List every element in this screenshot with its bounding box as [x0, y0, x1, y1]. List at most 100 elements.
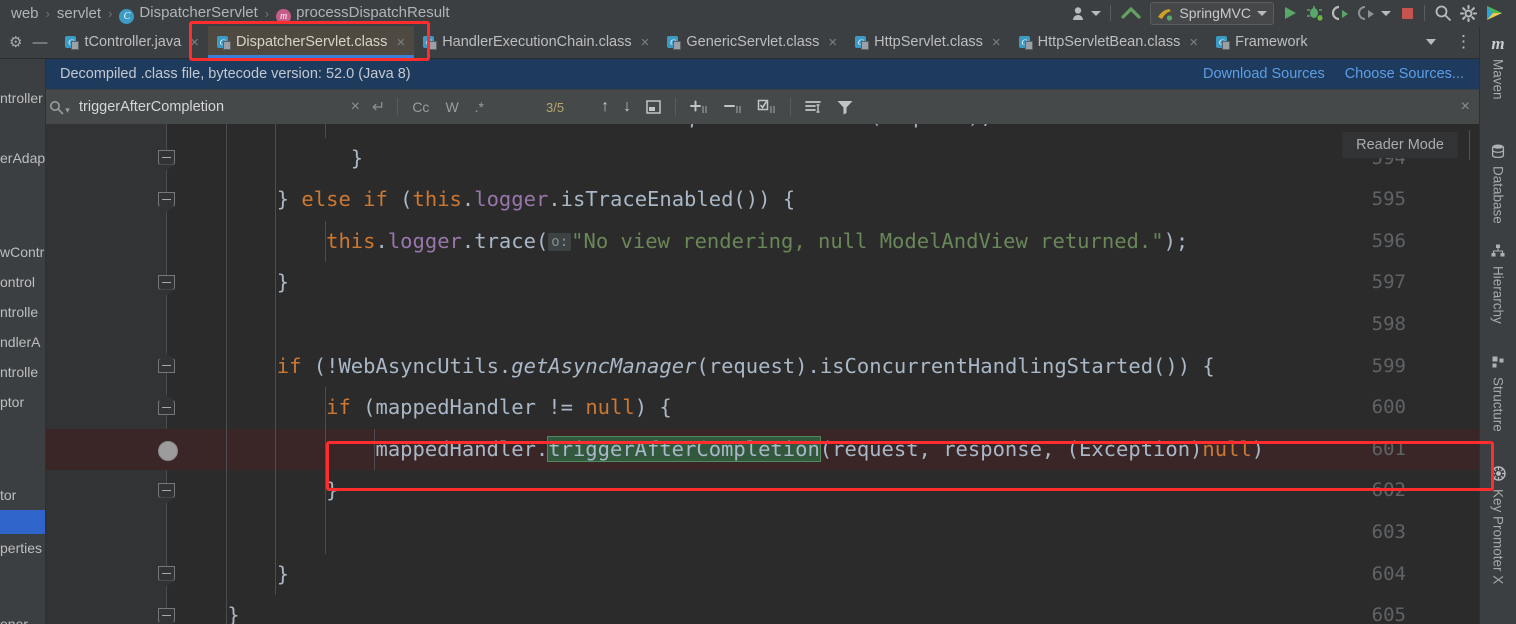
run-button[interactable] — [1278, 2, 1302, 24]
tool-window-tab-hierarchy[interactable]: Hierarchy — [1480, 244, 1516, 324]
editor-tab-httpservlet-class[interactable]: C HttpServlet.class × — [846, 26, 1010, 58]
code-line-row[interactable]: 600 if (mappedHandler != null) { — [46, 387, 1480, 429]
stop-button[interactable] — [1395, 2, 1419, 24]
code-line-row[interactable]: 594 } — [46, 137, 1480, 180]
chevron-down-icon[interactable] — [1426, 39, 1436, 45]
project-tree-item[interactable]: ntrolle — [0, 360, 46, 384]
code-token: ( — [400, 187, 413, 212]
profile-button[interactable] — [1354, 2, 1395, 24]
code-line-row[interactable]: 604 } — [46, 553, 1480, 596]
tool-window-tab-maven[interactable]: m Maven — [1480, 34, 1516, 100]
remove-line-icon[interactable] — [716, 99, 750, 115]
user-icon[interactable] — [1068, 2, 1105, 24]
close-tab-icon[interactable]: × — [641, 34, 650, 51]
code-fold-marker[interactable] — [158, 483, 175, 499]
close-tab-icon[interactable]: × — [1189, 34, 1198, 51]
editor-tab-framework[interactable]: C Framework — [1207, 26, 1317, 58]
search-input[interactable]: ▾ triggerAfterCompletion × ↵ Cc W .* — [46, 90, 492, 124]
breadcrumb[interactable]: web › servlet › C DispatcherServlet › m pr… — [8, 0, 453, 26]
filter-icon[interactable] — [829, 99, 861, 115]
breadcrumb-item-dispatcherservlet[interactable]: C DispatcherServlet — [116, 4, 260, 24]
match-case-toggle[interactable]: Cc — [404, 99, 437, 115]
project-tree-item[interactable]: ener — [0, 612, 46, 624]
key-promoter-icon — [1490, 466, 1506, 484]
code-fold-marker[interactable] — [158, 191, 175, 207]
run-configuration-selector[interactable]: SpringMVC — [1150, 1, 1274, 25]
code-line-row[interactable]: 596 this.logger.trace(o: "No view renderi… — [46, 220, 1480, 263]
code-line-row[interactable]: 597 } — [46, 262, 1480, 304]
project-tree-item[interactable]: tor — [0, 483, 46, 507]
project-tree-item[interactable]: ndlerA — [0, 330, 46, 354]
close-find-bar-icon[interactable]: × — [1451, 98, 1480, 116]
close-tab-icon[interactable]: × — [396, 34, 405, 51]
editor-tab-dispatcherservlet-class[interactable]: C DispatcherServlet.class × — [207, 26, 415, 58]
code-fold-marker[interactable] — [158, 150, 175, 166]
code-line-row[interactable]: 605 } — [46, 595, 1480, 624]
code-line-row[interactable]: 598 — [46, 304, 1480, 346]
tool-window-tab-key-promoter-x[interactable]: Key Promoter X — [1480, 466, 1516, 584]
settings-gear-icon[interactable] — [1456, 2, 1481, 24]
project-tree-item[interactable]: ptor — [0, 390, 46, 414]
reader-mode-badge[interactable]: Reader Mode — [1342, 132, 1458, 158]
update-project-icon[interactable] — [1116, 2, 1146, 24]
close-tab-icon[interactable]: × — [992, 34, 1001, 51]
more-options-icon[interactable]: ⋮ — [1447, 33, 1480, 50]
editor-tab-handlerexecutionchain-class[interactable]: C HandlerExecutionChain.class × — [414, 26, 658, 58]
regex-toggle[interactable]: .* — [467, 99, 492, 115]
tool-window-tab-structure[interactable]: Structure — [1480, 356, 1516, 432]
find-previous-button[interactable]: ↑ — [594, 98, 616, 116]
project-tree-item[interactable]: wContr — [0, 240, 46, 264]
search-everywhere-icon[interactable] — [1430, 2, 1456, 24]
close-tab-icon[interactable]: × — [190, 34, 199, 51]
select-all-occurrences-icon[interactable] — [638, 99, 669, 115]
editor-tabs[interactable]: ⚙ — CtController.java×CDispatcherServlet.c… — [0, 26, 1317, 58]
code-line-row[interactable]: 601 mappedHandler.triggerAfterCompletion… — [46, 428, 1480, 471]
ide-logo-icon[interactable] — [1481, 2, 1508, 24]
clear-search-icon[interactable]: × — [345, 98, 366, 116]
breakpoint-marker[interactable] — [158, 440, 178, 461]
run-with-coverage-button[interactable] — [1328, 2, 1354, 24]
editor-tab-httpservletbean-class[interactable]: C HttpServletBean.class × — [1010, 26, 1207, 58]
gear-icon[interactable]: ⚙ — [9, 33, 22, 51]
code-fold-marker[interactable] — [158, 275, 175, 291]
project-tree-item[interactable]: ntroller — [0, 86, 46, 110]
project-tree-item[interactable]: perties — [0, 536, 46, 560]
code-editor[interactable]: 593 WebUtils.clearErrorRequestAttributes… — [46, 124, 1480, 624]
code-fold-marker[interactable] — [158, 566, 175, 582]
preview-icon[interactable] — [797, 99, 829, 115]
code-fold-marker[interactable] — [158, 607, 175, 623]
project-tree[interactable]: ntroller erAdap wContr ontrol ntrolle ndlerA n… — [0, 58, 46, 624]
project-tree-item[interactable]: ontrol — [0, 270, 46, 294]
close-tab-icon[interactable]: × — [828, 34, 837, 51]
add-line-icon[interactable] — [682, 99, 716, 115]
code-fold-marker[interactable] — [158, 358, 175, 374]
editor-tab-tcontroller-java[interactable]: CtController.java × — [56, 26, 207, 58]
toggle-line-icon[interactable] — [750, 99, 784, 115]
breadcrumb-item-processdispatchresult[interactable]: m processDispatchResult — [273, 4, 452, 24]
project-tree-item[interactable]: erAdap — [0, 146, 46, 170]
code-line-row[interactable]: 593 WebUtils.clearErrorRequestAttributes… — [46, 124, 1480, 138]
breadcrumb-item-servlet[interactable]: servlet — [54, 5, 104, 22]
choose-sources-link[interactable]: Choose Sources... — [1345, 66, 1464, 82]
run-config-label: SpringMVC — [1179, 5, 1251, 21]
code-line-row[interactable]: 603 — [46, 512, 1480, 554]
code-line-row[interactable]: 595 } else if (this.logger.isTraceEnable… — [46, 179, 1480, 221]
search-history-icon[interactable]: ↵ — [366, 97, 391, 117]
right-tool-window-stripe[interactable]: m Maven Database Hierarchy Structure Key Prom… — [1479, 26, 1516, 624]
project-tool-window[interactable]: ⚙ — ntroller erAdap wContr ontrol ntrolle ndl… — [0, 0, 46, 624]
debug-button[interactable] — [1302, 2, 1328, 24]
code-fold-marker[interactable] — [158, 399, 175, 415]
code-line-row[interactable]: 599 if (!WebAsyncUtils.getAsyncManager(r… — [46, 345, 1480, 388]
minimize-icon[interactable]: — — [32, 34, 47, 51]
words-toggle[interactable]: W — [437, 99, 466, 115]
editor-tab-genericservlet-class[interactable]: C GenericServlet.class × — [658, 26, 846, 58]
project-tree-item[interactable]: ntrolle — [0, 300, 46, 324]
download-sources-link[interactable]: Download Sources — [1203, 66, 1325, 82]
search-query-text[interactable]: triggerAfterCompletion — [79, 99, 224, 115]
breadcrumb-item-web[interactable]: web — [8, 5, 42, 22]
code-line-text: mappedHandler.triggerAfterCompletion(req… — [178, 429, 1264, 471]
code-line-row[interactable]: 602 } — [46, 470, 1480, 512]
tool-window-tab-database[interactable]: Database — [1480, 144, 1516, 224]
find-next-button[interactable]: ↓ — [616, 98, 638, 116]
project-tree-item[interactable] — [0, 510, 46, 534]
